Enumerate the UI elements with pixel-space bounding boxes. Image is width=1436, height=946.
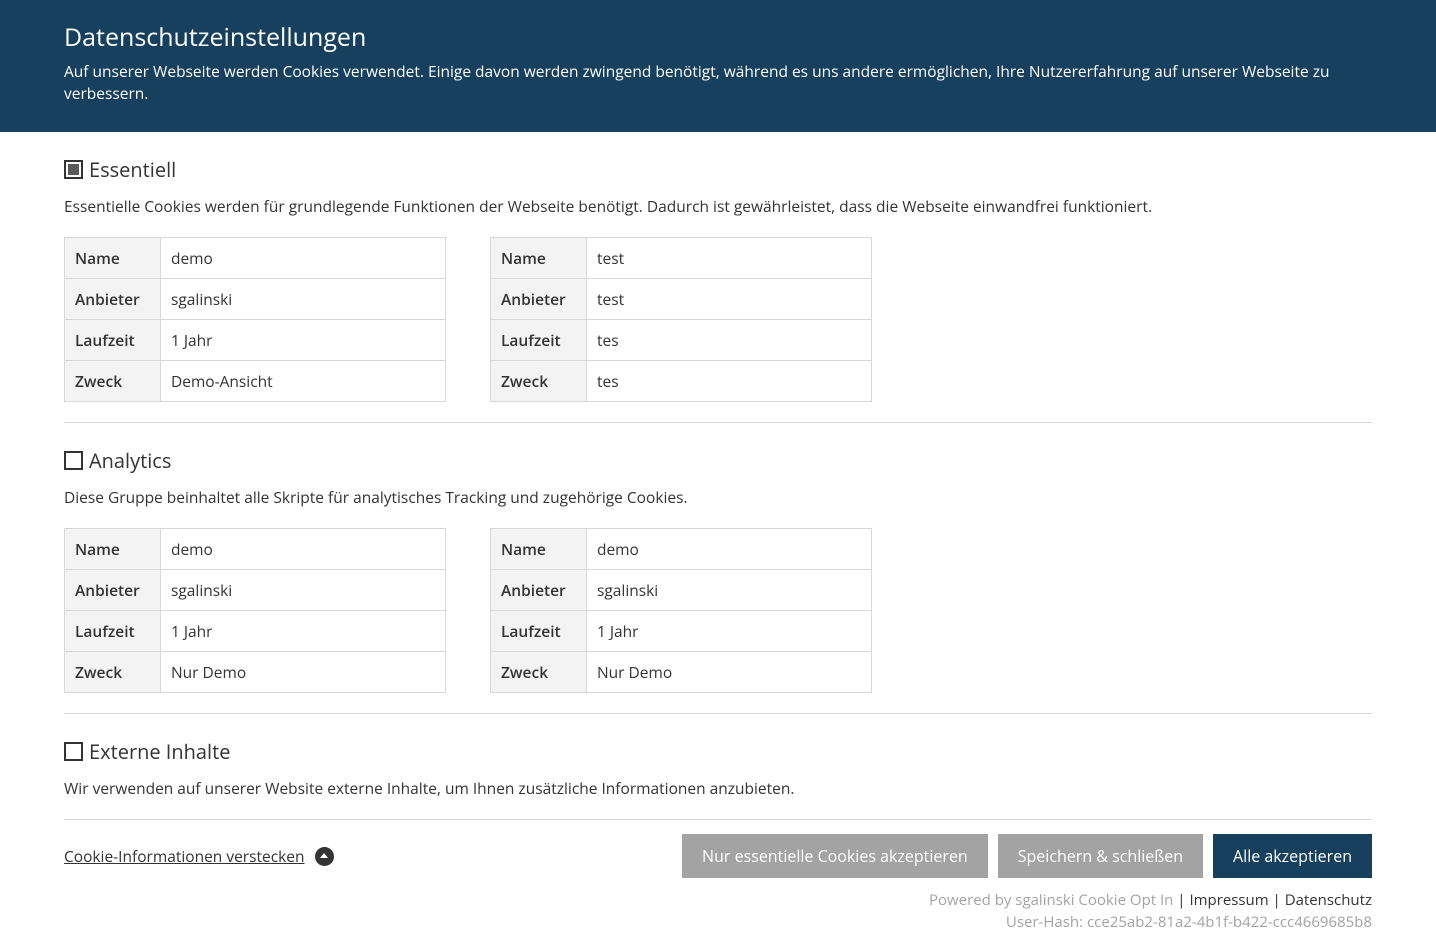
cookie-field-label-lifetime: Laufzeit [65, 611, 161, 652]
table-row: Laufzeittes [491, 320, 872, 361]
cookie-field-value-lifetime: 1 Jahr [161, 320, 446, 361]
hide-cookie-info-label: Cookie-Informationen verstecken [64, 845, 305, 867]
section-description: Wir verwenden auf unserer Website extern… [64, 777, 1372, 799]
privacy-link[interactable]: Datenschutz [1285, 890, 1372, 910]
footer-row: Cookie-Informationen verstecken Nur esse… [64, 820, 1372, 882]
cookie-field-label-purpose: Zweck [491, 652, 587, 693]
table-row: ZweckNur Demo [65, 652, 446, 693]
cookie-field-label-lifetime: Laufzeit [491, 320, 587, 361]
cookie-field-value-provider: sgalinski [161, 279, 446, 320]
hide-cookie-info-toggle[interactable]: Cookie-Informationen verstecken [64, 845, 334, 867]
cookie-field-label-provider: Anbieter [491, 279, 587, 320]
table-row: Laufzeit1 Jahr [491, 611, 872, 652]
cookie-field-label-provider: Anbieter [65, 279, 161, 320]
cookie-field-value-lifetime: tes [587, 320, 872, 361]
user-hash-value: cce25ab2-81a2-4b1f-b422-ccc4669685b8 [1087, 912, 1372, 932]
table-row: Anbietersgalinski [65, 570, 446, 611]
table-row: ZweckNur Demo [491, 652, 872, 693]
cookie-field-label-purpose: Zweck [491, 361, 587, 402]
cookie-field-label-purpose: Zweck [65, 652, 161, 693]
table-row: Namedemo [65, 238, 446, 279]
imprint-link[interactable]: Impressum [1189, 890, 1268, 910]
accept-essential-button[interactable]: Nur essentielle Cookies akzeptieren [682, 834, 988, 878]
section-description: Essentielle Cookies werden für grundlege… [64, 195, 1372, 217]
cookie-tables-row: NamedemoAnbietersgalinskiLaufzeit1 JahrZ… [64, 237, 1372, 402]
cookie-field-label-name: Name [65, 529, 161, 570]
section-header: Externe Inhalte [64, 738, 1372, 765]
table-row: Namedemo [65, 529, 446, 570]
section-description: Diese Gruppe beinhaltet alle Skripte für… [64, 486, 1372, 508]
cookie-field-label-name: Name [65, 238, 161, 279]
table-row: Anbietersgalinski [491, 570, 872, 611]
save-close-button[interactable]: Speichern & schließen [998, 834, 1203, 878]
cookie-field-value-purpose: Nur Demo [587, 652, 872, 693]
cookie-table: NametestAnbietertestLaufzeittesZwecktes [490, 237, 872, 402]
meta-footer: Powered by sgalinski Cookie Opt In | Imp… [0, 882, 1436, 946]
cookie-table: NamedemoAnbietersgalinskiLaufzeit1 JahrZ… [490, 528, 872, 693]
cookie-field-value-purpose: Nur Demo [161, 652, 446, 693]
cookie-table: NamedemoAnbietersgalinskiLaufzeit1 JahrZ… [64, 237, 446, 402]
table-row: Zwecktes [491, 361, 872, 402]
cookie-field-value-name: test [587, 238, 872, 279]
table-row: ZweckDemo-Ansicht [65, 361, 446, 402]
table-row: Namedemo [491, 529, 872, 570]
accept-all-button[interactable]: Alle akzeptieren [1213, 834, 1372, 878]
cookie-field-label-provider: Anbieter [491, 570, 587, 611]
page-description: Auf unserer Webseite werden Cookies verw… [64, 60, 1372, 104]
chevron-up-icon [315, 847, 334, 866]
section-analytics: Analytics Diese Gruppe beinhaltet alle Sk… [64, 423, 1372, 714]
table-row: Laufzeit1 Jahr [65, 611, 446, 652]
cookie-field-value-lifetime: 1 Jahr [587, 611, 872, 652]
section-essential: Essentiell Essentielle Cookies werden für… [64, 132, 1372, 423]
table-row: Anbietersgalinski [65, 279, 446, 320]
cookie-field-value-purpose: Demo-Ansicht [161, 361, 446, 402]
separator: | [1177, 890, 1189, 910]
section-title: Externe Inhalte [89, 738, 230, 765]
cookie-field-label-name: Name [491, 238, 587, 279]
cookie-table: NamedemoAnbietersgalinskiLaufzeit1 JahrZ… [64, 528, 446, 693]
cookie-tables-row: NamedemoAnbietersgalinskiLaufzeit1 JahrZ… [64, 528, 1372, 693]
powered-by-link[interactable]: Powered by sgalinski Cookie Opt In [929, 890, 1173, 910]
section-title: Essentiell [89, 156, 176, 183]
cookie-field-value-name: demo [161, 238, 446, 279]
cookie-field-label-lifetime: Laufzeit [65, 320, 161, 361]
cookie-field-value-lifetime: 1 Jahr [161, 611, 446, 652]
table-row: Laufzeit1 Jahr [65, 320, 446, 361]
cookie-field-label-purpose: Zweck [65, 361, 161, 402]
cookie-field-value-purpose: tes [587, 361, 872, 402]
user-hash-label: User-Hash: [1006, 912, 1087, 932]
checkbox-external[interactable] [64, 742, 83, 761]
section-header: Essentiell [64, 156, 1372, 183]
cookie-field-value-name: demo [161, 529, 446, 570]
action-buttons: Nur essentielle Cookies akzeptieren Spei… [682, 834, 1372, 878]
separator: | [1269, 890, 1285, 910]
section-external: Externe Inhalte Wir verwenden auf unserer… [64, 714, 1372, 820]
checkbox-analytics[interactable] [64, 451, 83, 470]
cookie-field-label-provider: Anbieter [65, 570, 161, 611]
section-title: Analytics [89, 447, 171, 474]
cookie-field-label-name: Name [491, 529, 587, 570]
cookie-field-value-provider: sgalinski [161, 570, 446, 611]
table-row: Nametest [491, 238, 872, 279]
cookie-field-value-provider: sgalinski [587, 570, 872, 611]
cookie-field-value-provider: test [587, 279, 872, 320]
header-banner: Datenschutzeinstellungen Auf unserer Web… [0, 0, 1436, 132]
cookie-field-value-name: demo [587, 529, 872, 570]
page-title: Datenschutzeinstellungen [64, 20, 1372, 54]
checkbox-essential[interactable] [64, 160, 83, 179]
table-row: Anbietertest [491, 279, 872, 320]
cookie-field-label-lifetime: Laufzeit [491, 611, 587, 652]
section-header: Analytics [64, 447, 1372, 474]
